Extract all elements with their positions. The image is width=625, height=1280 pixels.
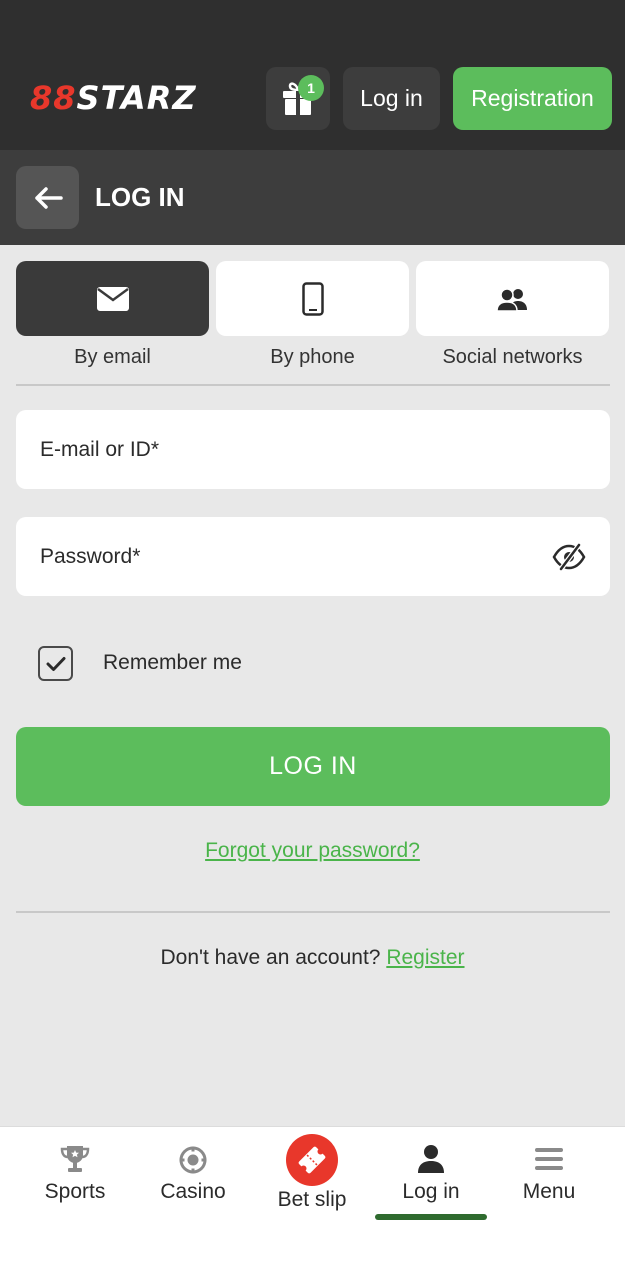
back-button[interactable]	[16, 166, 79, 229]
forgot-password-link[interactable]: Forgot your password?	[205, 839, 420, 862]
arrow-left-icon	[34, 186, 63, 209]
nav-item-casino[interactable]: Casino	[134, 1126, 252, 1226]
divider	[16, 911, 610, 913]
email-input[interactable]	[16, 410, 610, 489]
nav-label-menu: Menu	[522, 1180, 576, 1203]
eye-slash-icon[interactable]	[552, 543, 586, 571]
nav-label-casino: Casino	[160, 1180, 226, 1203]
page-title-bar	[0, 150, 625, 245]
phone-icon	[301, 281, 324, 316]
nav-item-login[interactable]: Log in	[372, 1126, 490, 1226]
nav-item-sports[interactable]: Sports	[16, 1126, 134, 1226]
nav-label-login: Log in	[402, 1180, 460, 1203]
tab-by-phone[interactable]	[216, 261, 409, 336]
page-title: LOG IN	[95, 182, 185, 212]
logo-mark: 88	[30, 79, 77, 117]
signup-prompt: Don't have an account?	[160, 946, 381, 969]
login-submit-button[interactable]: LOG IN	[16, 727, 610, 806]
header-login-button[interactable]: Log in	[343, 67, 440, 130]
tab-social-networks[interactable]	[416, 261, 609, 336]
user-icon	[418, 1145, 444, 1173]
remember-me-label[interactable]: Remember me	[103, 650, 242, 676]
nav-label-bet-slip: Bet slip	[253, 1187, 371, 1213]
nav-item-menu[interactable]: Menu	[490, 1126, 608, 1226]
signup-row: Don't have an account? Register	[0, 945, 625, 971]
divider	[16, 384, 610, 386]
tab-social-networks-label: Social networks	[442, 346, 583, 368]
forgot-password-row: Forgot your password?	[0, 838, 625, 864]
remember-me-checkbox[interactable]	[38, 646, 73, 681]
password-field-wrapper	[16, 517, 610, 596]
people-icon	[495, 287, 527, 312]
envelope-icon	[96, 286, 129, 311]
checkmark-icon	[46, 656, 65, 671]
ticket-icon	[286, 1134, 338, 1186]
registration-button[interactable]: Registration	[453, 67, 612, 130]
hamburger-icon	[535, 1148, 563, 1170]
tab-by-email-label: By email	[74, 346, 151, 368]
logo-text: STARZ	[76, 79, 197, 117]
gift-count-badge: 1	[298, 75, 324, 101]
tab-by-phone-label: By phone	[270, 346, 355, 368]
email-field-wrapper	[16, 410, 610, 489]
register-link[interactable]: Register	[386, 946, 464, 969]
nav-label-bet-slip-text: Bet slip	[277, 1188, 347, 1211]
casino-chip-icon	[179, 1146, 207, 1174]
nav-active-indicator	[375, 1214, 487, 1220]
tab-by-email[interactable]	[16, 261, 209, 336]
nav-item-bet-slip[interactable]: Bet slip	[253, 1126, 371, 1226]
trophy-icon	[60, 1146, 90, 1172]
password-input[interactable]	[16, 517, 610, 596]
gift-button[interactable]	[266, 67, 330, 130]
nav-label-sports: Sports	[44, 1180, 106, 1203]
brand-logo[interactable]: 88STARZ	[30, 80, 197, 116]
